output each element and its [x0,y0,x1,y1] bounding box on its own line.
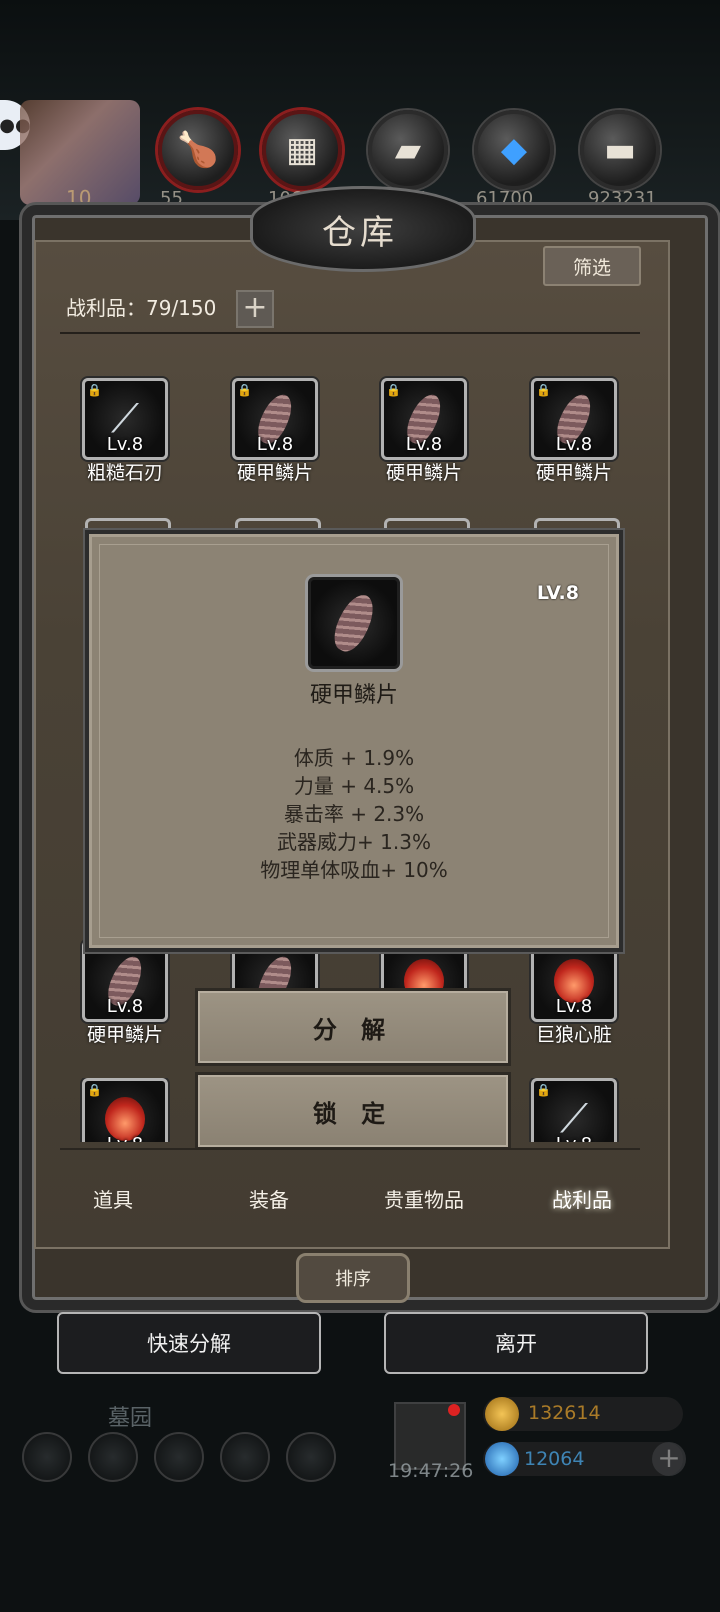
stat-line: 物理单体吸血+ 10% [260,858,448,882]
item-frame: 🔒 Lv.8 [531,378,617,460]
item-level: Lv.8 [106,996,144,1017]
gold-coin-icon [485,1397,519,1431]
item-frame: 🔒 Lv.8 [82,1078,168,1142]
item-level: Lv.8 [555,434,593,455]
blue-crystal-icon: ◆ [474,110,554,190]
divider [60,332,640,334]
tabs-divider [60,1148,640,1150]
decompose-button[interactable]: 分 解 [195,988,511,1066]
item-name: 粗糙石刃 [86,462,163,484]
item-level: Lv.8 [106,434,144,455]
add-gems-button[interactable]: + [652,1442,686,1476]
item-frame: 🔒 ⟋ Lv.8 [531,1078,617,1142]
filter-button[interactable]: 筛选 [543,246,641,286]
item-slot[interactable]: 🔒 ⟋ Lv.8 粗糙石刃 [80,378,170,485]
stat-line: 体质 + 1.9% [293,746,415,770]
tab-valuables[interactable]: 贵重物品 [384,1184,464,1213]
tooltip-level: LV.8 [536,582,579,604]
blue-gem-icon [485,1442,519,1476]
capacity-label: 战利品：79/150 [66,296,217,320]
tooltip-stats: 体质 + 1.9% 力量 + 4.5% 暴击率 + 2.3% 武器威力+ 1.3… [89,744,619,884]
item-tooltip: LV.8 硬甲鳞片 体质 + 1.9% 力量 + 4.5% 暴击率 + 2.3%… [85,530,623,952]
item-frame: 🔒 Lv.8 [381,378,467,460]
iron-ingot-icon: ▬ [580,110,660,190]
map-icon[interactable] [286,1432,336,1482]
item-slot[interactable]: 🔒 Lv.8 [80,1078,170,1142]
character-icon[interactable] [154,1432,204,1482]
settings-icon[interactable] [22,1432,72,1482]
leave-button[interactable]: 离开 [384,1312,648,1374]
lock-icon: 🔒 [237,383,252,397]
item-frame: 🔒 ⟋ Lv.8 [82,378,168,460]
item-name: 硬甲鳞片 [535,462,612,484]
skill-icon[interactable] [88,1432,138,1482]
page-title: 仓库 [322,213,398,253]
stat-line: 力量 + 4.5% [293,774,415,798]
wood-plank-icon: ▦ [262,110,342,190]
item-name: 巨狼心脏 [535,1024,612,1046]
mail-icon[interactable] [220,1432,270,1482]
stat-line: 武器威力+ 1.3% [277,830,431,854]
item-slot[interactable]: Lv.8 巨狼心脏 [529,940,619,1047]
lock-icon: 🔒 [87,1083,102,1097]
roast-meat-icon: 🍗 [158,110,238,190]
item-level: Lv.8 [85,1134,165,1142]
lock-icon: 🔒 [536,1083,551,1097]
armor-scale-icon [327,589,381,657]
quick-decompose-button[interactable]: 快速分解 [57,1312,321,1374]
item-slot[interactable]: 🔒 Lv.8 硬甲鳞片 [379,378,469,485]
item-level: Lv.8 [555,996,593,1017]
item-level: Lv.8 [256,434,294,455]
item-slot[interactable]: 🔒 Lv.8 硬甲鳞片 [230,378,320,485]
item-frame: 🔒 Lv.8 [232,378,318,460]
item-name: 硬甲鳞片 [385,462,462,484]
item-slot[interactable]: 🔒 ⟋ Lv.8 [529,1078,619,1142]
gem-value: 12064 [524,1448,585,1470]
item-slot[interactable]: Lv.8 硬甲鳞片 [80,940,170,1047]
tab-loot[interactable]: 战利品 [552,1184,612,1213]
lock-icon: 🔒 [386,383,401,397]
item-name: 硬甲鳞片 [236,462,313,484]
tab-equipment[interactable]: 装备 [249,1184,289,1213]
lock-icon: 🔒 [536,383,551,397]
expand-capacity-button[interactable]: + [236,290,274,328]
notification-dot [448,1404,460,1416]
item-slot[interactable]: 🔒 Lv.8 硬甲鳞片 [529,378,619,485]
lock-icon: 🔒 [87,383,102,397]
item-frame: Lv.8 [82,940,168,1022]
tooltip-item-icon [308,577,400,669]
stone-block-icon: ▰ [368,110,448,190]
item-name: 硬甲鳞片 [86,1024,163,1046]
sort-button[interactable]: 排序 [296,1253,410,1303]
gold-value: 132614 [528,1402,601,1424]
location-label: 墓园 [108,1406,153,1431]
item-level: Lv.8 [405,434,443,455]
tooltip-item-name: 硬甲鳞片 [309,683,398,708]
tab-props[interactable]: 道具 [93,1184,133,1213]
clock: 19:47:26 [388,1460,474,1482]
item-frame: Lv.8 [531,940,617,1022]
item-level: Lv.8 [534,1134,614,1142]
lock-button[interactable]: 锁 定 [195,1072,511,1150]
stat-line: 暴击率 + 2.3% [283,802,425,826]
